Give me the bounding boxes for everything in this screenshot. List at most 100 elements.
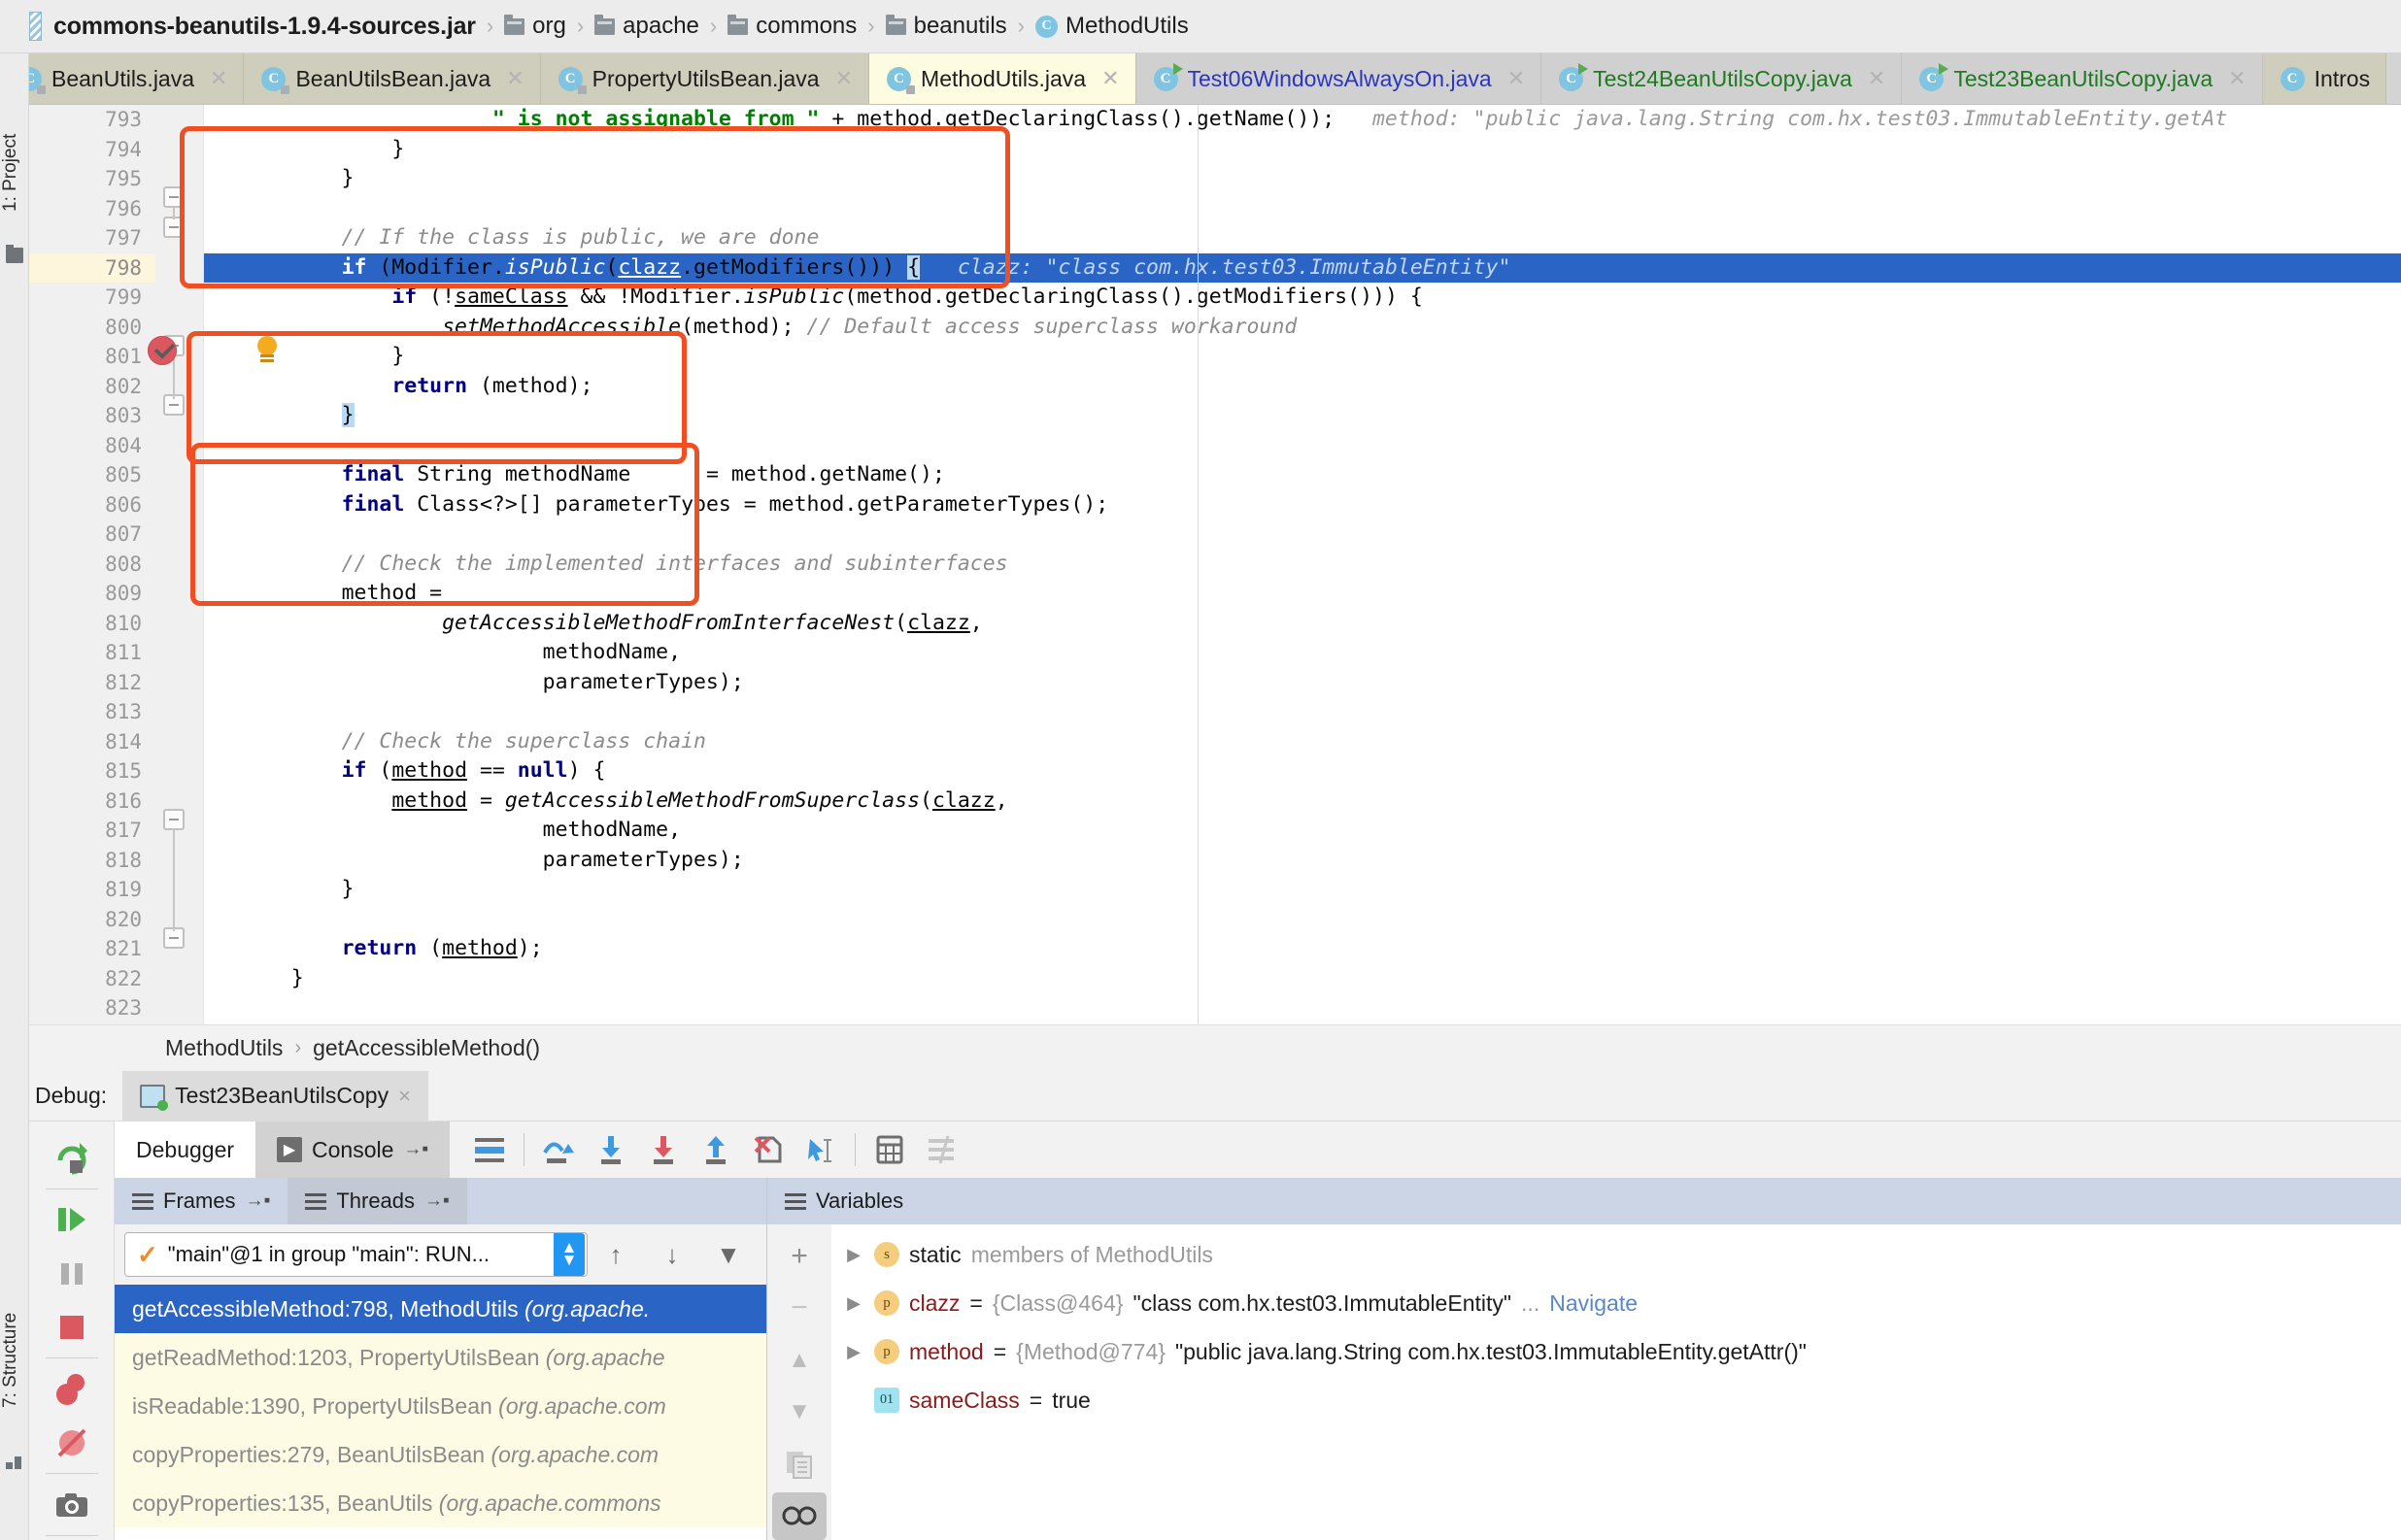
rerun-icon[interactable] [29,1131,115,1185]
variables-tab[interactable]: Variables [767,1178,921,1224]
code-line[interactable]: } [204,342,2401,372]
close-icon[interactable]: ✕ [835,66,853,91]
code-line[interactable]: if (method == null) { [204,756,2401,787]
run-to-cursor-icon[interactable] [795,1122,847,1178]
code-line[interactable]: // Check the superclass chain [204,727,2401,757]
code-line[interactable]: return (method); [204,372,2401,402]
step-into-icon[interactable] [585,1122,637,1178]
code-line[interactable]: final Class<?>[] parameterTypes = method… [204,490,2401,520]
tab-beanutilsbean-java[interactable]: C BeanUtilsBean.java ✕ [244,53,540,104]
tab-debugger[interactable]: Debugger [115,1122,255,1178]
code-line[interactable]: methodName, [204,638,2401,668]
code-line[interactable]: setMethodAccessible(method); // Default … [204,313,2401,343]
code-line[interactable]: } [204,164,2401,194]
close-icon[interactable]: ✕ [2228,66,2246,91]
step-over-icon[interactable] [532,1122,585,1178]
code-line[interactable]: // Check the implemented interfaces and … [204,550,2401,580]
mute-breakpoints-icon[interactable] [29,1416,115,1469]
frame-row[interactable]: copyProperties:135, BeanUtils (org.apach… [115,1479,766,1527]
debug-session-tab[interactable]: Test23BeanUtilsCopy × [122,1071,428,1121]
up-icon[interactable]: ▲ [772,1336,827,1385]
variable-row[interactable]: ▶pclazz = {Class@464} "class com.hx.test… [831,1279,2401,1327]
code-line[interactable]: } [204,401,2401,431]
code-line[interactable]: methodName, [204,816,2401,846]
thread-selector[interactable]: ✓ "main"@1 in group "main": RUN... ▲▼ [124,1232,588,1277]
frame-row[interactable]: getReadMethod:1203, PropertyUtilsBean (o… [115,1333,766,1382]
down-icon[interactable]: ▼ [772,1389,827,1437]
evaluate-expression-icon[interactable] [863,1122,916,1178]
tab-intros[interactable]: C Intros [2263,53,2387,104]
pin-icon[interactable]: →▪ [403,1139,428,1160]
code-line[interactable]: method = getAccessibleMethodFromSupercla… [204,787,2401,817]
code-line[interactable]: } [204,875,2401,905]
close-icon[interactable]: ✕ [1101,66,1119,91]
breadcrumb-item-apache[interactable]: apache [594,13,699,40]
watches-icon[interactable] [772,1492,827,1540]
sidebar-item-project[interactable]: 1: Project [0,110,29,236]
frames-list[interactable]: getAccessibleMethod:798, MethodUtils (or… [115,1285,766,1540]
navigate-link[interactable]: Navigate [1549,1279,1638,1327]
close-icon[interactable]: ✕ [1868,66,1885,91]
close-icon[interactable]: × [398,1084,411,1109]
code-line[interactable]: return (method); [204,934,2401,964]
stop-icon[interactable] [29,1300,115,1354]
breadcrumb-jar[interactable]: commons-beanutils-1.9.4-sources.jar [53,13,476,41]
fold-marker[interactable] [163,186,185,208]
variable-row[interactable]: 01sameClass = true [831,1376,2401,1424]
code-line[interactable]: } [204,964,2401,994]
get-thread-dump-icon[interactable] [29,1478,115,1531]
tab-test24beanutilscopy-java[interactable]: C Test24BeanUtilsCopy.java ✕ [1541,53,1902,104]
code-line[interactable]: if (!sameClass && !Modifier.isPublic(met… [204,283,2401,313]
resume-program-icon[interactable] [29,1193,115,1247]
frames-tab[interactable]: Frames →▪ [115,1178,287,1224]
tab-beanutils-java[interactable]: C BeanUtils.java ✕ [0,53,244,104]
threads-tab[interactable]: Threads →▪ [287,1178,466,1224]
frame-row[interactable]: main:25, Test23BeanUtilsCopy (com.hx.tes… [115,1527,766,1540]
code-line[interactable]: final String methodName = method.getName… [204,460,2401,490]
tab-test23beanutilscopy-java[interactable]: C Test23BeanUtilsCopy.java ✕ [1902,53,2262,104]
breadcrumb-item-commons[interactable]: commons [727,13,857,40]
pin-icon[interactable]: →▪ [246,1190,271,1212]
close-icon[interactable]: ✕ [506,66,524,91]
copy-icon[interactable] [772,1440,827,1489]
code-line[interactable]: if (Modifier.isPublic(clazz.getModifiers… [204,253,2401,284]
expand-caret-icon[interactable]: ▶ [843,1230,864,1279]
code-line[interactable] [204,993,2401,1023]
close-icon[interactable]: ✕ [1507,66,1525,91]
breadcrumb-item-beanutils[interactable]: beanutils [886,13,1007,40]
code-editor[interactable]: 7937947957967977987998008018028038048058… [29,105,2401,1024]
code-line[interactable]: // If the class is public, we are done [204,223,2401,253]
add-icon[interactable]: + [772,1232,827,1281]
breakpoint-icon[interactable] [148,336,177,365]
settings-icon[interactable] [916,1122,968,1178]
code-line[interactable]: method = [204,579,2401,609]
code-line[interactable] [204,519,2401,550]
fold-marker[interactable] [163,809,185,830]
tab-propertyutilsbean-java[interactable]: C PropertyUtilsBean.java ✕ [541,53,869,104]
close-icon[interactable]: ✕ [210,66,227,91]
code-line[interactable]: parameterTypes); [204,668,2401,698]
variable-row[interactable]: ▶pmethod = {Method@774} "public java.lan… [831,1327,2401,1376]
code-line[interactable] [204,905,2401,935]
code-line[interactable]: parameterTypes); [204,846,2401,876]
code-line[interactable]: " is not assignable from " + method.getD… [204,105,2401,135]
code-text-area[interactable]: " is not assignable from " + method.getD… [204,105,2401,1024]
down-arrow-icon[interactable]: ↓ [644,1232,700,1277]
editor-gutter[interactable]: 7937947957967977987998008018028038048058… [29,105,204,1024]
filter-icon[interactable]: ▼ [700,1232,757,1277]
pause-program-icon[interactable] [29,1247,115,1300]
pin-icon[interactable]: →▪ [424,1190,450,1212]
tab-test06windowsalwayson-java[interactable]: C Test06WindowsAlwaysOn.java ✕ [1136,53,1542,104]
fold-marker[interactable] [163,217,185,238]
breadcrumb-item-org[interactable]: org [504,13,566,40]
up-arrow-icon[interactable]: ↑ [588,1232,644,1277]
spinner-icon[interactable]: ▲▼ [554,1233,585,1276]
expand-caret-icon[interactable]: ▶ [843,1327,864,1376]
code-line[interactable] [204,431,2401,461]
code-line[interactable]: } [204,135,2401,165]
code-line[interactable] [204,697,2401,727]
code-line[interactable] [204,194,2401,224]
tab-methodutils-java[interactable]: C MethodUtils.java ✕ [869,53,1135,104]
breadcrumb-class[interactable]: MethodUtils [165,1035,283,1061]
frame-row[interactable]: copyProperties:279, BeanUtilsBean (org.a… [115,1430,766,1479]
